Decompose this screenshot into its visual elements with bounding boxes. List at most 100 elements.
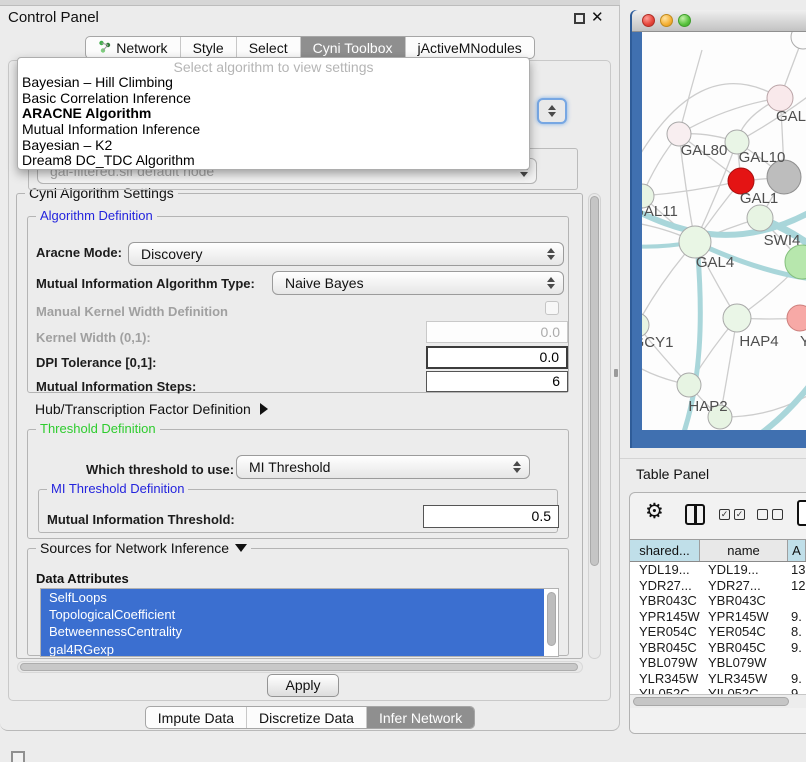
- column-header-partial[interactable]: A: [788, 540, 806, 561]
- unchecked-column-icon-1[interactable]: [757, 509, 768, 520]
- minimize-button[interactable]: [660, 14, 673, 27]
- column-header-shared-name[interactable]: shared...: [630, 540, 700, 561]
- inference-algorithm-combo-fragment[interactable]: [537, 98, 567, 124]
- list-scrollbar[interactable]: [547, 592, 556, 646]
- table-cell: YDL19...: [700, 562, 788, 578]
- kernel-width-label: Kernel Width (0,1):: [36, 330, 151, 345]
- table-row[interactable]: YBR045CYBR045C9.: [630, 640, 806, 656]
- settings-horizontal-scrollbar-thumb[interactable]: [20, 663, 578, 671]
- network-canvas[interactable]: GALGAL80GAL10GAL1GAL11SWI4GAL4GCY1HAP4YH…: [642, 32, 806, 430]
- sheet-icon[interactable]: [797, 500, 806, 526]
- checked-column-icon-2[interactable]: ✓: [734, 509, 745, 520]
- table-cell: YDR27...: [630, 578, 700, 594]
- manual-kernel-width-checkbox[interactable]: [545, 301, 559, 315]
- mi-steps-field[interactable]: 6: [426, 371, 568, 392]
- panel-splitter-handle[interactable]: [614, 369, 618, 377]
- table-cell: YBR043C: [630, 593, 700, 609]
- attribute-list-item[interactable]: TopologicalCoefficient: [41, 606, 544, 623]
- tab-cyni-toolbox[interactable]: Cyni Toolbox: [300, 37, 405, 58]
- table-row[interactable]: YPR145WYPR145W9.: [630, 609, 806, 625]
- data-attributes-list[interactable]: SelfLoopsTopologicalCoefficientBetweenne…: [40, 588, 559, 657]
- node-label-GAL10: GAL10: [739, 149, 786, 166]
- gear-icon[interactable]: ⚙: [645, 499, 664, 524]
- table-cell: YBL079W: [630, 655, 700, 671]
- network-node-SWI4[interactable]: [747, 205, 773, 231]
- sources-title-row[interactable]: Sources for Network Inference: [36, 540, 251, 556]
- collapsed-arrow-icon[interactable]: [260, 403, 268, 415]
- which-threshold-combo[interactable]: MI Threshold: [236, 455, 530, 479]
- expanded-arrow-icon[interactable]: [235, 544, 247, 552]
- network-node-HAP2[interactable]: [677, 373, 701, 397]
- mi-threshold-field[interactable]: 0.5: [423, 505, 559, 528]
- table-cell: YLR345W: [630, 671, 700, 687]
- table-row[interactable]: YLR345WYLR345W9.: [630, 671, 806, 687]
- tab-jactivemnodules[interactable]: jActiveMNodules: [405, 37, 534, 58]
- table-cell: YPR145W: [630, 609, 700, 625]
- control-panel-tabbar: Network Style Select Cyni Toolbox jActiv…: [0, 36, 620, 59]
- dpi-tolerance-field[interactable]: 0.0: [426, 346, 568, 369]
- algorithm-option[interactable]: ARACNE Algorithm: [18, 106, 529, 122]
- aracne-mode-label: Aracne Mode:: [36, 245, 122, 260]
- algorithm-option[interactable]: Bayesian – K2: [18, 138, 529, 154]
- column-header-name[interactable]: name: [700, 540, 788, 561]
- algorithm-dropdown-list: Bayesian – Hill ClimbingBasic Correlatio…: [18, 75, 529, 169]
- table-cell: YBL079W: [700, 655, 788, 671]
- attribute-list-item[interactable]: gal4RGexp: [41, 641, 544, 657]
- control-panel-title: Control Panel: [8, 9, 99, 26]
- table-cell: YDL19...: [630, 562, 700, 578]
- attribute-list-item[interactable]: BetweennessCentrality: [41, 623, 544, 640]
- algorithm-option[interactable]: Dream8 DC_TDC Algorithm: [18, 153, 529, 169]
- algorithm-option[interactable]: Basic Correlation Inference: [18, 91, 529, 107]
- table-row[interactable]: YDR27...YDR27...12: [630, 578, 806, 594]
- table-row[interactable]: YER054CYER054C8.: [630, 624, 806, 640]
- node-label-HAP2: HAP2: [688, 398, 727, 415]
- tab-infer-network[interactable]: Infer Network: [366, 707, 474, 728]
- which-threshold-label: Which threshold to use:: [86, 462, 234, 477]
- apply-button[interactable]: Apply: [267, 674, 339, 697]
- network-node-salmon-node[interactable]: [787, 305, 806, 331]
- table-panel-divider: [620, 458, 806, 459]
- algorithm-option[interactable]: Bayesian – Hill Climbing: [18, 75, 529, 91]
- kernel-width-field[interactable]: 0.0: [426, 321, 568, 343]
- settings-horizontal-scrollbar[interactable]: [17, 661, 583, 673]
- node-label-salmon-node: Y: [800, 333, 806, 350]
- close-button[interactable]: [642, 14, 655, 27]
- close-panel-icon[interactable]: ✕: [591, 8, 604, 26]
- table-cell: YPR145W: [700, 609, 788, 625]
- mi-threshold-label: Mutual Information Threshold:: [47, 512, 235, 527]
- network-window-titlebar[interactable]: [632, 10, 806, 32]
- table-cell: YER054C: [630, 624, 700, 640]
- algorithm-option[interactable]: Mutual Information Inference: [18, 122, 529, 138]
- table-cell: YLR345W: [700, 671, 788, 687]
- network-node-node-top[interactable]: [791, 32, 806, 49]
- network-node-HAP4[interactable]: [723, 304, 751, 332]
- checked-column-icon-1[interactable]: ✓: [719, 509, 730, 520]
- control-panel-window: Control Panel ✕ Network Style Select Cyn…: [0, 0, 620, 731]
- table-horizontal-scrollbar[interactable]: [630, 694, 806, 708]
- split-columns-icon[interactable]: [685, 504, 705, 525]
- float-window-icon[interactable]: [574, 13, 585, 24]
- unchecked-column-icon-2[interactable]: [772, 509, 783, 520]
- table-header-row: shared... name A: [630, 539, 806, 562]
- minimized-panel-icon[interactable]: [11, 751, 25, 762]
- tab-network[interactable]: Network: [86, 37, 179, 58]
- tab-select[interactable]: Select: [236, 37, 300, 58]
- table-row[interactable]: YBL079WYBL079W: [630, 655, 806, 671]
- table-row[interactable]: YBR043CYBR043C: [630, 593, 806, 609]
- network-edge: [679, 50, 702, 134]
- sources-title: Sources for Network Inference: [40, 540, 229, 556]
- table-cell: YER054C: [700, 624, 788, 640]
- tab-discretize-data[interactable]: Discretize Data: [246, 707, 366, 728]
- zoom-button[interactable]: [678, 14, 691, 27]
- settings-vertical-scrollbar-thumb[interactable]: [590, 196, 599, 566]
- attribute-list-item[interactable]: SelfLoops: [41, 589, 544, 606]
- aracne-mode-combo[interactable]: Discovery: [128, 242, 564, 266]
- tab-impute-data[interactable]: Impute Data: [146, 707, 246, 728]
- algorithm-dropdown-popup: Select algorithm to view settings Bayesi…: [17, 57, 530, 170]
- mi-algorithm-type-combo[interactable]: Naive Bayes: [272, 271, 564, 295]
- table-horizontal-scrollbar-thumb[interactable]: [633, 697, 789, 706]
- table-row[interactable]: YDL19...YDL19...13: [630, 562, 806, 578]
- settings-vertical-scrollbar[interactable]: [588, 193, 601, 659]
- hub-transcription-section[interactable]: Hub/Transcription Factor Definition: [35, 401, 268, 417]
- tab-style[interactable]: Style: [180, 37, 236, 58]
